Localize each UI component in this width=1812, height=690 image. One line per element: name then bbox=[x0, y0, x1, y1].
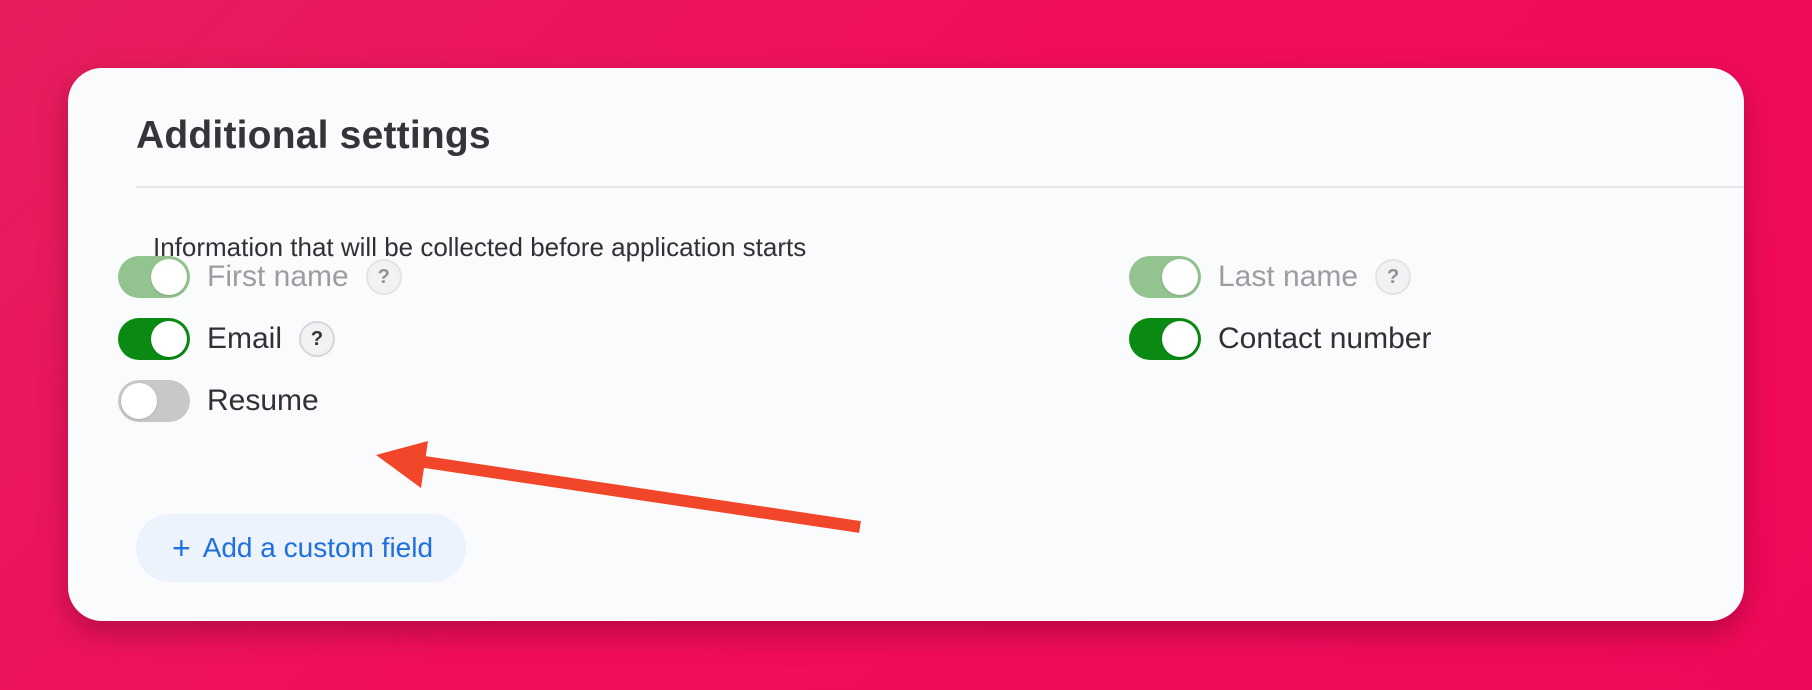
field-row-email: Email ? bbox=[118, 318, 336, 360]
first-name-help-icon[interactable]: ? bbox=[365, 259, 402, 295]
page-background: { "panel": { "title": "Additional settin… bbox=[0, 0, 1812, 690]
last-name-toggle[interactable] bbox=[1129, 256, 1201, 298]
additional-settings-card: Additional settings Information that wil… bbox=[68, 68, 1744, 621]
field-row-first-name: First name ? bbox=[118, 256, 402, 298]
resume-toggle[interactable] bbox=[118, 380, 190, 422]
first-name-toggle[interactable] bbox=[118, 256, 190, 298]
first-name-label: First name bbox=[207, 260, 349, 293]
email-toggle[interactable] bbox=[118, 318, 190, 360]
last-name-help-icon[interactable]: ? bbox=[1375, 259, 1412, 295]
email-help-icon[interactable]: ? bbox=[299, 321, 336, 357]
contact-number-toggle[interactable] bbox=[1129, 318, 1201, 360]
divider bbox=[136, 186, 1744, 188]
toggle-knob bbox=[121, 383, 157, 419]
card-title: Additional settings bbox=[136, 114, 491, 157]
plus-icon: + bbox=[172, 530, 191, 566]
toggle-knob bbox=[1162, 259, 1198, 295]
field-row-resume: Resume bbox=[118, 380, 319, 422]
field-row-last-name: Last name ? bbox=[1129, 256, 1412, 298]
contact-number-label: Contact number bbox=[1218, 322, 1432, 355]
email-label: Email bbox=[207, 322, 283, 355]
add-custom-field-label: Add a custom field bbox=[202, 532, 434, 563]
toggle-knob bbox=[151, 321, 187, 357]
last-name-label: Last name bbox=[1218, 260, 1359, 293]
toggle-knob bbox=[1162, 321, 1198, 357]
toggle-knob bbox=[151, 259, 187, 295]
resume-label: Resume bbox=[207, 384, 319, 417]
field-row-contact-number: Contact number bbox=[1129, 318, 1431, 360]
add-custom-field-button[interactable]: + Add a custom field bbox=[136, 514, 467, 582]
